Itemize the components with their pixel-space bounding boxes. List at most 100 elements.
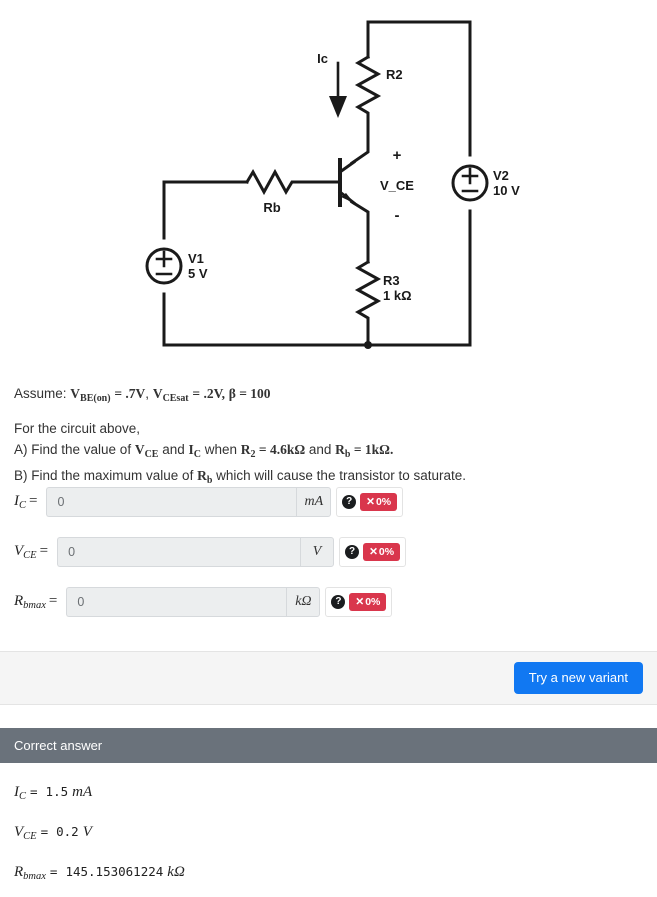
assume-vcesat-var: V (152, 386, 163, 401)
question-intro: For the circuit above, (14, 421, 141, 436)
rbmax-label-sub: bmax (23, 600, 46, 612)
ans-vce-eq: = (40, 824, 49, 839)
ic-score-box: ? ✕0% (336, 487, 404, 517)
ans-ic-unit: mA (72, 784, 93, 800)
part-a-and: and (305, 442, 336, 457)
vce-label-var: V (14, 542, 24, 559)
label-v1-value: 5 V (188, 266, 208, 281)
assume-comma: , (145, 386, 150, 401)
ans-vce-var: V (14, 824, 24, 840)
label-vce-minus: - (395, 207, 400, 224)
circuit-schematic-svg: Ic R2 Rb R3 1 kΩ V1 5 V V2 10 V V_CE + - (145, 20, 520, 349)
rbmax-status-badge: ✕0% (349, 593, 387, 611)
label-vce: V_CE (380, 178, 414, 193)
v1-plus-sign (155, 250, 173, 268)
correct-answer-body: IC = 1.5 mA VCE = 0.2 V Rbmax = 145.153061224 kΩ (0, 763, 657, 897)
answer-row-ic: IC = 0 mA ? ✕0% (14, 487, 404, 517)
vce-input-group: 0 V (57, 537, 335, 567)
rbmax-label-var: R (14, 592, 24, 609)
assume-vcesat-sub: CEsat (162, 392, 189, 404)
assumptions-line: Assume: VBE(on) = .7V, VCEsat = .2V, β =… (14, 386, 644, 404)
label-r2: R2 (386, 67, 403, 82)
rbmax-input[interactable]: 0 (66, 587, 287, 617)
ans-ic-sub: C (19, 791, 27, 803)
assume-beta: β = 100 (228, 386, 271, 401)
ans-rbmax-value: 145.153061224 (65, 864, 164, 879)
label-r3-value: 1 kΩ (383, 288, 412, 303)
help-icon[interactable]: ? (342, 495, 357, 509)
answer-row-vce: VCE = 0 V ? ✕0% (14, 537, 407, 567)
cross-icon: ✕ (366, 496, 375, 508)
question-part-a: A) Find the value of VCE and IC when R2 … (14, 439, 644, 465)
rbmax-label-eq: = (48, 592, 58, 609)
help-icon[interactable]: ? (331, 595, 346, 609)
ic-label-sub: C (19, 500, 27, 512)
resistor-r2-zigzag (354, 54, 382, 118)
vce-label-eq: = (39, 542, 49, 559)
ic-unit-label: mA (296, 487, 332, 517)
question-text: For the circuit above, A) Find the value… (14, 418, 644, 491)
part-a-r2-var: R (240, 442, 251, 457)
answer-row-rbmax-label: Rbmax = (14, 593, 66, 611)
part-a-r2-value: = 4.6kΩ (255, 442, 306, 457)
correct-answer-line-vce: VCE = 0.2 V (14, 824, 92, 842)
ans-vce-value: 0.2 (56, 824, 79, 839)
ans-ic-eq: = (30, 784, 38, 799)
vce-score-box: ? ✕0% (339, 537, 407, 567)
variant-bar: Try a new variant (0, 652, 657, 705)
resistor-r3-zigzag (354, 259, 382, 322)
part-b-prefix: B) Find the maximum value of (14, 467, 198, 483)
vce-score-percent: 0% (378, 546, 395, 558)
ic-input-group: 0 mA (46, 487, 332, 517)
vce-input[interactable]: 0 (57, 537, 301, 567)
correct-answer-line-ic: IC = 1.5 mA (14, 784, 92, 802)
label-vce-plus: + (393, 147, 402, 164)
ans-rbmax-unit: kΩ (167, 864, 185, 880)
assume-vcesat-value: = .2V, (192, 386, 225, 401)
answer-row-vce-label: VCE = (14, 543, 57, 561)
ic-arrowhead (329, 96, 347, 118)
label-rb: Rb (263, 200, 280, 215)
assume-vbe-sub: BE(on) (80, 392, 111, 404)
label-v2-value: 10 V (493, 183, 520, 198)
label-v2-name: V2 (493, 168, 509, 183)
ic-status-badge: ✕0% (360, 493, 398, 511)
node-junction-dot (364, 341, 372, 349)
ic-label-eq: = (29, 492, 38, 509)
ans-rbmax-sub: bmax (23, 871, 46, 883)
part-a-rb-value: = 1kΩ. (350, 442, 394, 457)
rbmax-unit-label: kΩ (286, 587, 321, 617)
ans-vce-unit: V (82, 824, 92, 840)
part-b-suffix: which will cause the transistor to satur… (212, 467, 467, 483)
ic-input[interactable]: 0 (46, 487, 297, 517)
ic-score-percent: 0% (375, 496, 392, 508)
label-v1-name: V1 (188, 251, 204, 266)
resistor-rb-zigzag (244, 168, 299, 196)
correct-answer-header: Correct answer (0, 728, 657, 763)
try-new-variant-button[interactable]: Try a new variant (513, 662, 643, 694)
label-ic: Ic (317, 51, 328, 66)
part-b-rb-var: R (197, 467, 207, 483)
part-a-rb-var: R (335, 442, 345, 457)
ans-ic-value: 1.5 (45, 784, 69, 799)
correct-answer-line-rbmax: Rbmax = 145.153061224 kΩ (14, 864, 185, 882)
part-a-when: when (200, 442, 241, 457)
rbmax-input-group: 0 kΩ (66, 587, 321, 617)
answer-row-rbmax: Rbmax = 0 kΩ ? ✕0% (14, 587, 393, 617)
assume-vbe-var: V (70, 386, 81, 401)
vce-unit-label: V (300, 537, 335, 567)
part-a-vce-var: V (134, 442, 145, 457)
rbmax-score-box: ? ✕0% (325, 587, 393, 617)
part-a-prefix: A) Find the value of (14, 442, 135, 457)
rbmax-score-percent: 0% (365, 596, 381, 608)
help-icon[interactable]: ? (345, 545, 360, 559)
assume-prefix: Assume: (14, 386, 67, 401)
ans-vce-sub: CE (23, 831, 37, 843)
ans-rbmax-eq: = (49, 864, 58, 879)
circuit-diagram: Ic R2 Rb R3 1 kΩ V1 5 V V2 10 V V_CE + - (0, 0, 657, 370)
label-r3-name: R3 (383, 273, 400, 288)
v2-plus-sign (461, 167, 479, 185)
vce-status-badge: ✕0% (363, 543, 401, 561)
part-a-mid: and (158, 442, 189, 457)
answer-row-ic-label: IC = (14, 493, 46, 511)
